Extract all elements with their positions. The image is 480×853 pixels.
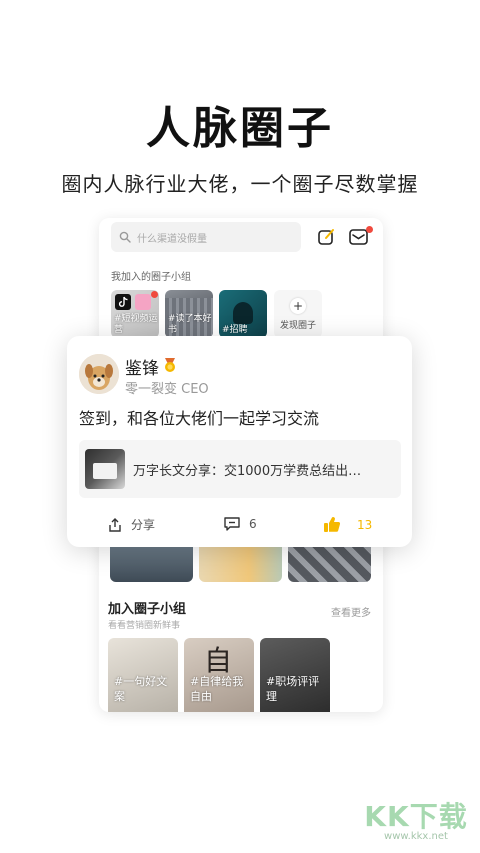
join-card-discipline[interactable]: 自 #自律给我 自由 [184, 638, 254, 712]
share-label: 分享 [131, 518, 156, 532]
mail-badge [366, 226, 373, 233]
group-badge [151, 291, 158, 298]
comment-icon [224, 517, 240, 531]
join-card-tag: #一句好文 案 [114, 675, 168, 703]
article-thumbnail [85, 449, 125, 489]
tiktok-icon [115, 294, 131, 310]
discover-groups-button[interactable]: + 发现圈子 [274, 290, 322, 338]
feed-image[interactable] [288, 542, 371, 582]
join-card-tag: #职场评评 理 [266, 675, 320, 703]
watermark-logo: KK下载 [364, 800, 468, 833]
join-groups-title: 加入圈子小组 [108, 602, 187, 617]
search-placeholder: 什么渠道没假量 [137, 233, 207, 245]
my-groups-title: 我加入的圈子小组 [111, 272, 191, 283]
app-thumb [135, 294, 151, 310]
post-card[interactable]: 鉴锋 零一裂变 CEO 签到，和各位大佬们一起学习交流 万字长文分享：交1000… [67, 336, 412, 547]
plus-icon: + [290, 298, 306, 314]
see-more-link[interactable]: 查看更多 [331, 604, 371, 619]
dog-avatar-image [79, 354, 119, 394]
shared-article-link[interactable]: 万字长文分享：交1000万学费总结出… [79, 440, 401, 498]
calligraphy-image: 自 [204, 644, 233, 677]
group-tile-short-video[interactable]: #短视频运 营 [111, 290, 159, 338]
avatar[interactable] [79, 354, 119, 394]
thumbs-up-icon [324, 517, 341, 532]
article-title: 万字长文分享：交1000万学费总结出… [133, 464, 362, 479]
group-tag: #读了本好 书 [168, 314, 212, 335]
feed-image[interactable] [199, 542, 282, 582]
search-icon [119, 231, 131, 243]
post-username[interactable]: 鉴锋 [125, 354, 159, 379]
feed-image[interactable] [110, 542, 193, 582]
group-tile-books[interactable]: #读了本好 书 [165, 290, 213, 338]
join-card-tag: #自律给我 自由 [190, 675, 244, 703]
like-count: 13 [357, 517, 373, 532]
post-text: 签到，和各位大佬们一起学习交流 [79, 409, 320, 428]
share-button[interactable]: 分享 [107, 516, 155, 533]
user-title: 零一裂变 CEO [125, 382, 209, 397]
watermark: KK下载 www.kkx.net [360, 795, 472, 842]
edit-icon[interactable] [317, 228, 335, 246]
hero-subtitle: 圈内人脉行业大佬，一个圈子尽数掌握 [61, 172, 419, 196]
medal-icon [165, 358, 175, 372]
group-tag: #短视频运 营 [114, 314, 158, 335]
join-groups-subtitle: 看看营销圈新鲜事 [108, 621, 181, 631]
hero-title: 人脉圈子 [146, 103, 334, 154]
search-bar[interactable]: 什么渠道没假量 [111, 222, 301, 252]
group-tag: #招聘 [222, 325, 248, 335]
join-card-copywriting[interactable]: #一句好文 案 [108, 638, 178, 712]
group-tile-recruit[interactable]: #招聘 [219, 290, 267, 338]
comment-count: 6 [249, 517, 257, 531]
like-button[interactable]: 13 [323, 516, 372, 533]
comment-button[interactable]: 6 [223, 516, 257, 532]
discover-label: 发现圈子 [279, 321, 316, 331]
join-card-workplace[interactable]: #职场评评 理 [260, 638, 330, 712]
silhouette-image [233, 302, 253, 324]
share-icon [109, 517, 121, 532]
